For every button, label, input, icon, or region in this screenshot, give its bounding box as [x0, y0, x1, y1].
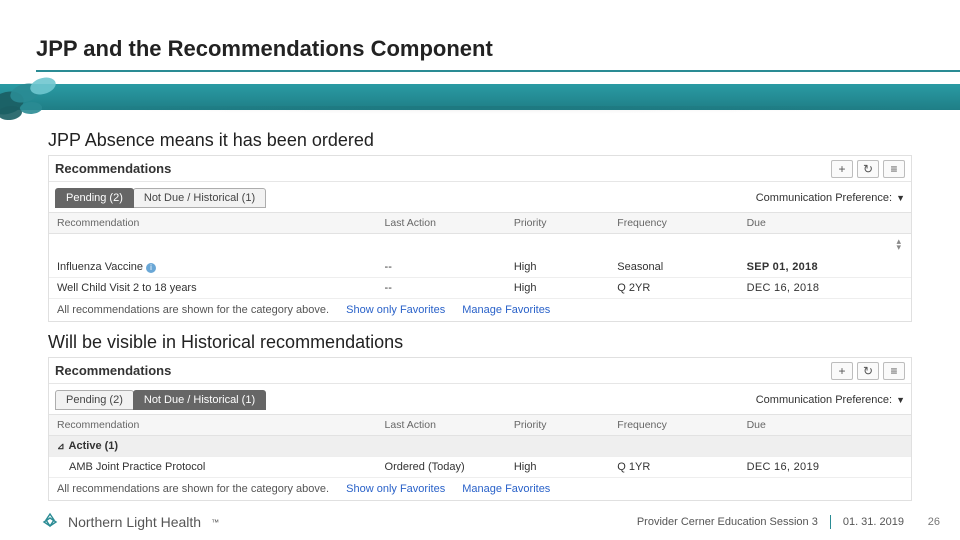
tab-historical[interactable]: Not Due / Historical (1): [133, 390, 266, 410]
manage-favorites-link[interactable]: Manage Favorites: [462, 483, 550, 495]
widget-title: Recommendations: [55, 161, 171, 176]
tab-pending[interactable]: Pending (2): [55, 390, 134, 410]
chevron-down-icon: ▼: [896, 395, 905, 405]
leaf-decoration: [0, 62, 100, 122]
menu-button[interactable]: ≡: [883, 362, 905, 380]
header-band: JPP and the Recommendations Component: [0, 0, 960, 112]
communication-preference[interactable]: Communication Preference: ▼: [756, 192, 905, 204]
tab-historical[interactable]: Not Due / Historical (1): [133, 188, 266, 208]
rec-priority: High: [506, 257, 609, 278]
table-row[interactable]: Influenza Vaccinei -- High Seasonal SEP …: [49, 257, 911, 278]
session-label: Provider Cerner Education Session 3: [637, 516, 818, 528]
rec-last-action: --: [377, 257, 506, 278]
chevron-down-icon: ▼: [896, 193, 905, 203]
section2-lead: Will be visible in Historical recommenda…: [48, 332, 912, 353]
rec-name: AMB Joint Practice Protocol: [49, 457, 377, 478]
show-favorites-link[interactable]: Show only Favorites: [346, 304, 445, 316]
widget-footer-msg: All recommendations are shown for the ca…: [57, 483, 329, 495]
page-title: JPP and the Recommendations Component: [36, 28, 960, 70]
rec-last-action: Ordered (Today): [377, 457, 506, 478]
rec-name: Well Child Visit 2 to 18 years: [49, 278, 377, 299]
rec-last-action: --: [377, 278, 506, 299]
brand-logo-icon: [40, 512, 60, 532]
rec-priority: High: [506, 457, 609, 478]
table-row[interactable]: Well Child Visit 2 to 18 years -- High Q…: [49, 278, 911, 299]
communication-preference[interactable]: Communication Preference: ▼: [756, 394, 905, 406]
trademark: ™: [211, 518, 219, 527]
refresh-button[interactable]: ↻: [857, 160, 879, 178]
rec-priority: High: [506, 278, 609, 299]
table-row[interactable]: AMB Joint Practice Protocol Ordered (Tod…: [49, 457, 911, 478]
recommendations-widget-pending: Recommendations + ↻ ≡ Pending (2) Not Du…: [48, 155, 912, 322]
widget-footer-msg: All recommendations are shown for the ca…: [57, 304, 329, 316]
commpref-label: Communication Preference:: [756, 394, 892, 406]
rec-frequency: Q 2YR: [609, 278, 738, 299]
col-frequency: Frequency: [609, 415, 738, 436]
group-label: Active (1): [69, 440, 119, 452]
scroll-indicator-icon: ▴▾: [896, 238, 903, 250]
col-last-action: Last Action: [377, 213, 506, 234]
info-icon[interactable]: i: [146, 263, 156, 273]
col-frequency: Frequency: [609, 213, 738, 234]
slide-footer: Northern Light Health ™ Provider Cerner E…: [0, 504, 960, 540]
col-recommendation: Recommendation: [49, 415, 377, 436]
recommendations-table: Recommendation Last Action Priority Freq…: [49, 414, 911, 478]
add-button[interactable]: +: [831, 160, 853, 178]
recommendations-table: Recommendation Last Action Priority Freq…: [49, 212, 911, 299]
refresh-button[interactable]: ↻: [857, 362, 879, 380]
col-due: Due: [739, 213, 911, 234]
commpref-label: Communication Preference:: [756, 192, 892, 204]
col-priority: Priority: [506, 415, 609, 436]
rec-due: SEP 01, 2018: [739, 257, 911, 278]
collapse-icon: ⊿: [57, 441, 65, 452]
rec-due: DEC 16, 2019: [739, 457, 911, 478]
tab-pending[interactable]: Pending (2): [55, 188, 134, 208]
show-favorites-link[interactable]: Show only Favorites: [346, 483, 445, 495]
col-recommendation: Recommendation: [49, 213, 377, 234]
brand-name: Northern Light Health: [68, 514, 201, 530]
rec-frequency: Q 1YR: [609, 457, 738, 478]
manage-favorites-link[interactable]: Manage Favorites: [462, 304, 550, 316]
rec-name: Influenza Vaccine: [57, 261, 143, 273]
footer-separator: [830, 515, 831, 529]
rec-due: DEC 16, 2018: [739, 278, 911, 299]
footer-date: 01. 31. 2019: [843, 516, 904, 528]
widget-title: Recommendations: [55, 363, 171, 378]
col-priority: Priority: [506, 213, 609, 234]
title-underline: [36, 70, 960, 72]
wave-shadow: [0, 106, 960, 114]
rec-frequency: Seasonal: [609, 257, 738, 278]
menu-button[interactable]: ≡: [883, 160, 905, 178]
recommendations-widget-historical: Recommendations + ↻ ≡ Pending (2) Not Du…: [48, 357, 912, 501]
col-due: Due: [739, 415, 911, 436]
group-row[interactable]: ⊿ Active (1): [49, 436, 911, 457]
col-last-action: Last Action: [377, 415, 506, 436]
page-number: 26: [916, 516, 940, 528]
section1-lead: JPP Absence means it has been ordered: [48, 130, 912, 151]
add-button[interactable]: +: [831, 362, 853, 380]
